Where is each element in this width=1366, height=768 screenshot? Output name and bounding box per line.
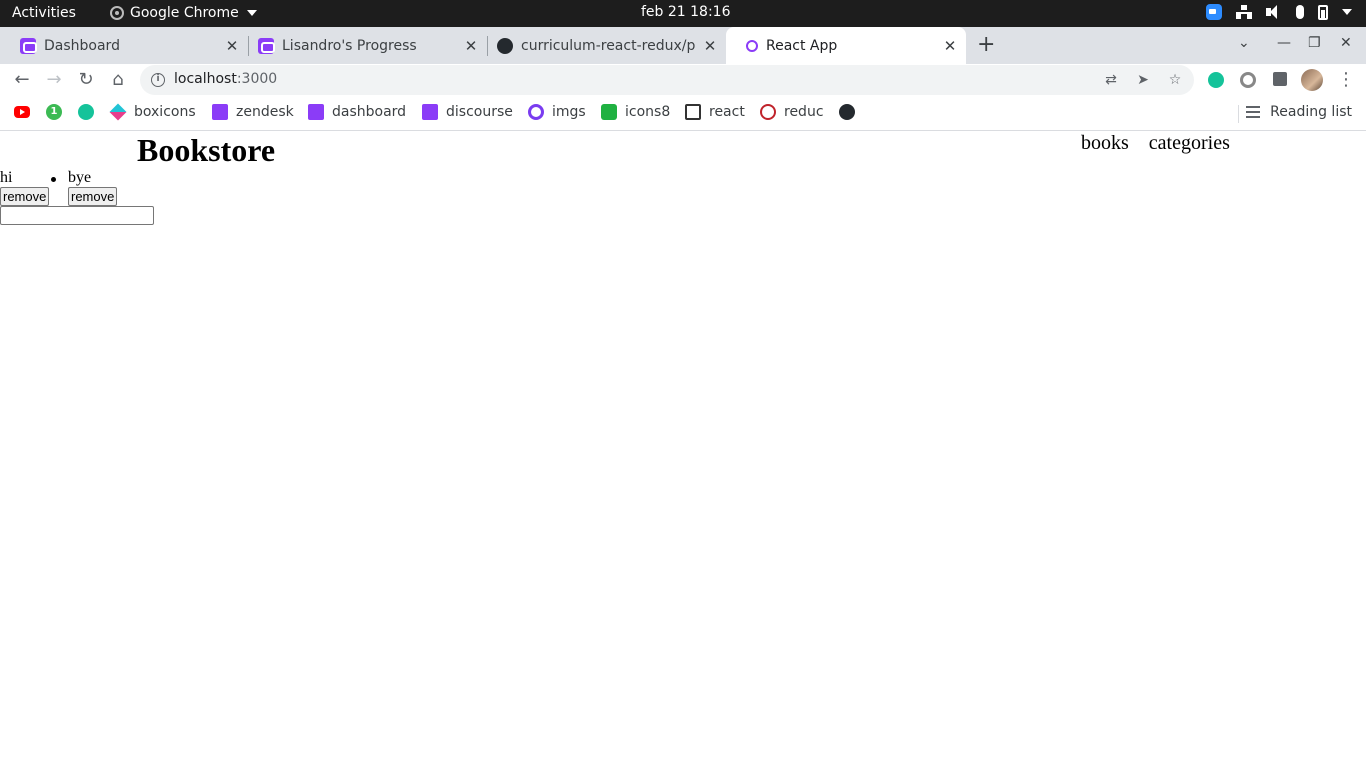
clock[interactable]: feb 21 18:16	[641, 4, 731, 20]
microverse-icon	[422, 104, 438, 120]
bookmark-zendesk[interactable]: zendesk	[212, 104, 294, 120]
gear-extension-icon[interactable]	[1240, 72, 1256, 88]
nav-link-categories[interactable]: categories	[1149, 132, 1230, 155]
redux-icon	[760, 104, 776, 120]
microverse-icon	[20, 37, 37, 54]
grammarly-icon	[78, 104, 94, 120]
reading-list-button[interactable]: Reading list	[1246, 104, 1352, 120]
system-tray[interactable]	[1206, 4, 1352, 20]
bookmarks-bar: 1 boxicons zendesk dashboard discourse i…	[0, 97, 1366, 131]
caret-down-icon[interactable]	[1342, 9, 1352, 15]
forward-icon[interactable]: →	[42, 68, 66, 92]
github-icon	[839, 104, 855, 120]
bookmark-discourse[interactable]: discourse	[422, 104, 513, 120]
caret-down-icon	[246, 10, 257, 16]
star-icon[interactable]: ☆	[1167, 72, 1183, 88]
network-icon[interactable]	[1236, 5, 1252, 19]
tab-title: Dashboard	[44, 37, 120, 54]
reload-icon[interactable]: ↻	[74, 68, 98, 92]
app-menu-label: Google Chrome	[130, 5, 239, 21]
book-title: bye	[68, 169, 92, 186]
list-bullet	[51, 177, 56, 182]
chrome-icon	[110, 6, 124, 20]
tab-dashboard[interactable]: Dashboard ✕	[0, 27, 248, 64]
bookmark-grammarly[interactable]	[78, 104, 102, 120]
bookmark-youtube[interactable]	[14, 104, 38, 118]
bookmark-boxicons[interactable]: boxicons	[109, 103, 196, 121]
extensions-icon[interactable]	[1273, 72, 1287, 86]
nav-link-books[interactable]: books	[1081, 132, 1129, 155]
activities-button[interactable]: Activities	[12, 5, 76, 21]
back-icon[interactable]: ←	[10, 68, 34, 92]
tab-title: Lisandro's Progress	[282, 37, 417, 54]
list-item: bye remove	[68, 169, 118, 206]
book-title: hi	[0, 169, 13, 186]
youtube-icon	[14, 106, 30, 118]
close-icon[interactable]: ✕	[940, 37, 960, 55]
page-title: Bookstore	[137, 132, 276, 168]
remove-button[interactable]: remove	[0, 187, 50, 206]
tab-curriculum[interactable]: curriculum-react-redux/p ✕	[477, 27, 726, 64]
tab-lisandros-progress[interactable]: Lisandro's Progress ✕	[238, 27, 487, 64]
microphone-icon[interactable]	[1296, 5, 1304, 19]
bookmark-icons8[interactable]: icons8	[601, 104, 670, 120]
boxicons-icon	[109, 103, 127, 121]
avatar[interactable]	[1301, 69, 1323, 91]
info-icon[interactable]: i	[151, 73, 165, 87]
github-icon	[497, 37, 513, 54]
translate-icon[interactable]: ⇄	[1103, 72, 1119, 88]
microverse-icon	[258, 37, 275, 54]
tab-search-icon[interactable]: ⌄	[1238, 35, 1250, 51]
terminal-icon	[685, 104, 701, 120]
microverse-icon	[308, 104, 324, 120]
reading-list-icon	[1246, 106, 1261, 118]
new-tab-button[interactable]: +	[977, 32, 995, 57]
minimize-icon[interactable]: —	[1277, 35, 1291, 51]
bookmark-dashboard[interactable]: dashboard	[308, 104, 406, 120]
bookmark-react[interactable]: react	[685, 104, 745, 120]
browser-toolbar: ← → ↻ ⌂ i localhost:3000 ⇄ ➤ ☆ ⋮	[0, 64, 1366, 97]
icons8-icon	[601, 104, 617, 120]
grammarly-icon[interactable]	[1208, 72, 1224, 88]
remove-button[interactable]: remove	[68, 187, 118, 206]
microverse-icon	[212, 104, 228, 120]
home-icon[interactable]: ⌂	[106, 68, 130, 92]
tab-strip: Dashboard ✕ Lisandro's Progress ✕ curric…	[0, 27, 1366, 64]
zoom-icon[interactable]	[1206, 4, 1222, 20]
green-1-icon: 1	[46, 104, 62, 120]
page-content: Bookstore books categories hi remove bye…	[0, 132, 1366, 768]
bookmark-imgs[interactable]: imgs	[528, 104, 586, 120]
address-bar[interactable]: i localhost:3000 ⇄ ➤ ☆	[140, 65, 1194, 95]
react-icon	[746, 39, 758, 52]
tab-react-app[interactable]: React App ✕	[726, 27, 966, 64]
close-window-icon[interactable]: ✕	[1340, 35, 1352, 51]
send-icon[interactable]: ➤	[1135, 72, 1151, 88]
bookmark-green[interactable]: 1	[46, 104, 70, 120]
restore-icon[interactable]: ❐	[1308, 35, 1321, 51]
url-text[interactable]: localhost:3000	[174, 71, 277, 87]
list-item: hi remove	[0, 169, 50, 206]
q-icon	[528, 104, 544, 120]
battery-icon[interactable]	[1318, 4, 1328, 20]
volume-icon[interactable]	[1266, 5, 1282, 19]
tab-title: curriculum-react-redux/p	[521, 37, 696, 54]
menu-icon[interactable]: ⋮	[1337, 69, 1355, 91]
system-top-bar: Activities Google Chrome feb 21 18:16	[0, 0, 1366, 27]
main-nav: books categories	[1081, 132, 1230, 155]
book-input[interactable]	[0, 206, 154, 225]
tab-title: React App	[766, 37, 838, 54]
bookmarks-separator	[1238, 105, 1239, 123]
bookmark-reduc[interactable]: reduc	[760, 104, 824, 120]
close-icon[interactable]: ✕	[700, 37, 720, 55]
bookmark-github[interactable]	[839, 104, 863, 120]
app-menu[interactable]: Google Chrome	[110, 5, 257, 21]
